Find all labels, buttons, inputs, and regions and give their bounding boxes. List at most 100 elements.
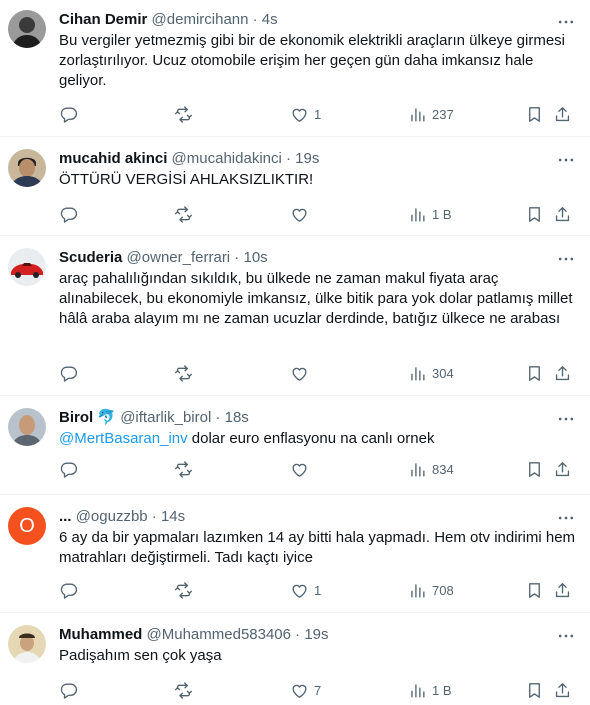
- tweet-header: Cihan Demir @demircihann · 4s: [59, 10, 580, 30]
- tweet-text: @MertBasaran_inv dolar euro enflasyonu n…: [59, 429, 580, 449]
- like-button[interactable]: 1: [290, 580, 321, 600]
- retweet-button[interactable]: [174, 459, 198, 479]
- more-icon[interactable]: [556, 249, 576, 269]
- retweet-button[interactable]: [174, 104, 198, 124]
- author-handle-time[interactable]: @demircihann · 4s: [152, 11, 278, 28]
- share-icon: [553, 364, 572, 383]
- like-button[interactable]: [290, 459, 314, 479]
- share-button[interactable]: [553, 363, 572, 383]
- share-icon: [553, 460, 572, 479]
- avatar[interactable]: [8, 248, 46, 286]
- reply-button[interactable]: [59, 104, 83, 124]
- bookmark-button[interactable]: [525, 680, 544, 700]
- reply-button[interactable]: [59, 680, 83, 700]
- views-icon: [408, 105, 427, 124]
- tweet-text: araç pahalılığından sıkıldık, bu ülkede …: [59, 270, 573, 327]
- like-icon: [290, 681, 309, 700]
- views-button[interactable]: 1 B: [408, 204, 452, 224]
- share-button[interactable]: [553, 580, 572, 600]
- more-icon[interactable]: [556, 508, 576, 528]
- bookmark-button[interactable]: [525, 204, 544, 224]
- bookmark-icon: [525, 364, 544, 383]
- reply-button[interactable]: [59, 459, 83, 479]
- bookmark-icon: [525, 460, 544, 479]
- avatar[interactable]: [8, 625, 46, 663]
- reply-button[interactable]: [59, 363, 83, 383]
- author-name[interactable]: Scuderia: [59, 249, 122, 266]
- share-button[interactable]: [553, 104, 572, 124]
- like-count: 7: [314, 682, 322, 698]
- share-icon: [553, 681, 572, 700]
- share-button[interactable]: [553, 680, 572, 700]
- like-button[interactable]: 1: [290, 104, 321, 124]
- bookmark-button[interactable]: [525, 580, 544, 600]
- views-icon: [408, 581, 427, 600]
- bookmark-icon: [525, 205, 544, 224]
- retweet-button[interactable]: [174, 204, 198, 224]
- author-handle-time[interactable]: @owner_ferrari · 10s: [127, 249, 268, 266]
- reply-button[interactable]: [59, 580, 83, 600]
- bookmark-icon: [525, 681, 544, 700]
- avatar[interactable]: [8, 149, 46, 187]
- more-icon[interactable]: [556, 409, 576, 429]
- like-button[interactable]: 7: [290, 680, 321, 700]
- retweet-button[interactable]: [174, 580, 198, 600]
- reply-icon: [59, 681, 78, 700]
- like-icon: [290, 364, 309, 383]
- tweet[interactable]: O ... @oguzzbb · 14s 6 ay da bir yapmala…: [0, 495, 590, 613]
- like-count: 1: [314, 106, 322, 122]
- tweet-text: ÖTTÜRÜ VERGİSİ AHLAKSIZLIKTIR!: [59, 171, 314, 188]
- like-button[interactable]: [290, 204, 314, 224]
- views-button[interactable]: 1 B: [408, 680, 452, 700]
- author-name[interactable]: Muhammed: [59, 626, 142, 643]
- avatar[interactable]: [8, 10, 46, 48]
- tweet[interactable]: mucahid akinci @mucahidakinci · 19s ÖTTÜ…: [0, 137, 590, 236]
- bookmark-icon: [525, 105, 544, 124]
- like-button[interactable]: [290, 363, 314, 383]
- views-button[interactable]: 304: [408, 363, 454, 383]
- author-handle-time[interactable]: @Muhammed583406 · 19s: [147, 626, 329, 643]
- author-handle-time[interactable]: @mucahidakinci · 19s: [172, 150, 320, 167]
- avatar[interactable]: [8, 408, 46, 446]
- more-icon[interactable]: [556, 12, 576, 32]
- view-count: 834: [432, 461, 454, 477]
- retweet-button[interactable]: [174, 363, 198, 383]
- reply-icon: [59, 205, 78, 224]
- bookmark-button[interactable]: [525, 104, 544, 124]
- mention-link[interactable]: @MertBasaran_inv: [59, 430, 188, 447]
- avatar-letter: O: [19, 515, 35, 537]
- bookmark-button[interactable]: [525, 459, 544, 479]
- author-handle-time[interactable]: @iftarlik_birol · 18s: [120, 409, 249, 426]
- reply-icon: [59, 460, 78, 479]
- reply-icon: [59, 581, 78, 600]
- tweet-text: 6 ay da bir yapmaları lazımken 14 ay bit…: [59, 529, 576, 566]
- bookmark-button[interactable]: [525, 363, 544, 383]
- author-name[interactable]: mucahid akinci: [59, 150, 167, 167]
- view-count: 1 B: [432, 206, 452, 222]
- more-icon[interactable]: [556, 626, 576, 646]
- tweet[interactable]: Cihan Demir @demircihann · 4s Bu vergile…: [0, 0, 590, 137]
- share-button[interactable]: [553, 204, 572, 224]
- tweet[interactable]: Birol 🐬 @iftarlik_birol · 18s @MertBasar…: [0, 396, 590, 495]
- avatar[interactable]: O: [8, 507, 46, 545]
- retweet-icon: [174, 581, 193, 600]
- tweet[interactable]: Scuderia @owner_ferrari · 10s araç pahal…: [0, 236, 590, 396]
- views-button[interactable]: 237: [408, 104, 454, 124]
- author-name[interactable]: ...: [59, 508, 72, 525]
- like-icon: [290, 105, 309, 124]
- reply-button[interactable]: [59, 204, 83, 224]
- views-icon: [408, 460, 427, 479]
- bookmark-icon: [525, 581, 544, 600]
- share-button[interactable]: [553, 459, 572, 479]
- retweet-button[interactable]: [174, 680, 198, 700]
- more-icon[interactable]: [556, 150, 576, 170]
- tweet-text-body: dolar euro enflasyonu na canlı ornek: [187, 430, 435, 447]
- author-name[interactable]: Cihan Demir: [59, 11, 147, 28]
- views-button[interactable]: 708: [408, 580, 454, 600]
- author-name[interactable]: Birol: [59, 409, 93, 426]
- tweet-text: Bu vergiler yetmezmiş gibi bir de ekonom…: [59, 32, 566, 89]
- author-handle-time[interactable]: @oguzzbb · 14s: [76, 508, 185, 525]
- share-icon: [553, 105, 572, 124]
- tweet[interactable]: Muhammed @Muhammed583406 · 19s Padişahım…: [0, 613, 590, 705]
- views-button[interactable]: 834: [408, 459, 454, 479]
